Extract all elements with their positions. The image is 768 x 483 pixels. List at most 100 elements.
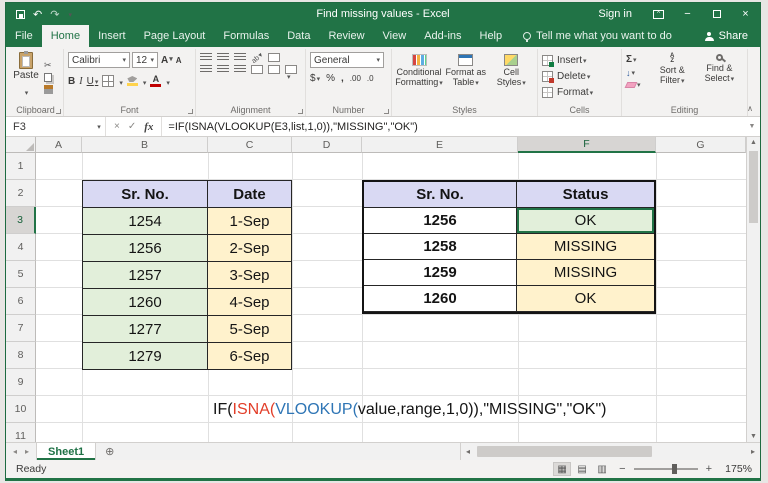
increase-decimal-icon[interactable]: .00: [350, 74, 361, 83]
cut-icon[interactable]: ✂: [44, 61, 53, 70]
close-button[interactable]: ×: [731, 3, 760, 25]
cell-F2[interactable]: Status: [517, 182, 654, 208]
cell-F5[interactable]: MISSING: [517, 260, 654, 286]
zoom-out-icon[interactable]: −: [619, 463, 625, 475]
tab-data[interactable]: Data: [278, 25, 319, 47]
clipboard-dialog-launcher[interactable]: [56, 109, 61, 114]
comma-style-icon[interactable]: ,: [341, 73, 344, 84]
format-painter-icon[interactable]: [44, 85, 53, 94]
insert-cells-button[interactable]: Insert: [542, 52, 617, 68]
cell-C4[interactable]: 2-Sep: [208, 235, 292, 262]
tab-help[interactable]: Help: [471, 25, 512, 47]
align-center-icon[interactable]: [217, 65, 229, 74]
cell-F4[interactable]: MISSING: [517, 234, 654, 260]
horizontal-scroll-thumb[interactable]: [477, 446, 652, 457]
row-header-5[interactable]: 5: [6, 261, 36, 288]
horizontal-scroll-track[interactable]: [475, 443, 746, 460]
font-name-combo[interactable]: Calibri: [68, 52, 130, 68]
cell-B2[interactable]: Sr. No.: [83, 181, 208, 208]
ribbon-display-options-button[interactable]: ^: [644, 3, 673, 25]
redo-icon[interactable]: ↷: [50, 8, 59, 21]
underline-button[interactable]: U: [87, 76, 99, 87]
tab-add-ins[interactable]: Add-ins: [415, 25, 470, 47]
borders-dropdown-icon[interactable]: [118, 72, 123, 90]
zoom-level[interactable]: 175%: [720, 463, 752, 475]
row-header-7[interactable]: 7: [6, 315, 36, 342]
align-middle-icon[interactable]: [217, 53, 229, 62]
share-button[interactable]: Share: [705, 25, 760, 47]
column-header-B[interactable]: B: [82, 137, 208, 153]
cell-B6[interactable]: 1260: [83, 289, 208, 316]
row-header-3[interactable]: 3: [6, 207, 36, 234]
bold-button[interactable]: B: [68, 76, 75, 87]
sort-filter-button[interactable]: Sort & Filter: [649, 52, 696, 103]
cell-F3-active[interactable]: OK: [517, 208, 654, 234]
expand-formula-bar-icon[interactable]: ▼: [744, 117, 760, 136]
row-header-9[interactable]: 9: [6, 369, 36, 396]
formula-note[interactable]: IF(ISNA(VLOOKUP(value,range,1,0)),"MISSI…: [213, 396, 606, 423]
cell-C6[interactable]: 4-Sep: [208, 289, 292, 316]
column-header-D[interactable]: D: [292, 137, 362, 153]
name-box[interactable]: F3: [6, 117, 92, 136]
format-as-table-button[interactable]: Format as Table: [444, 52, 488, 103]
normal-view-icon[interactable]: ▦: [553, 462, 571, 476]
vertical-scroll-thumb[interactable]: [749, 151, 758, 223]
vertical-scrollbar[interactable]: ▲ ▼: [746, 137, 760, 442]
shrink-font-button[interactable]: A: [176, 56, 182, 65]
cell-E5[interactable]: 1259: [364, 260, 517, 286]
page-layout-view-icon[interactable]: ▤: [573, 462, 591, 476]
borders-icon[interactable]: [102, 75, 114, 87]
name-box-dropdown-icon[interactable]: [92, 117, 106, 136]
page-break-view-icon[interactable]: ▥: [593, 462, 611, 476]
scroll-down-icon[interactable]: ▼: [747, 433, 760, 440]
previous-sheet-icon[interactable]: ◂: [13, 447, 17, 456]
cell-C5[interactable]: 3-Sep: [208, 262, 292, 289]
cell-E3[interactable]: 1256: [364, 208, 517, 234]
cell-E4[interactable]: 1258: [364, 234, 517, 260]
cell-C2[interactable]: Date: [208, 181, 292, 208]
scroll-up-icon[interactable]: ▲: [747, 139, 760, 146]
row-header-11[interactable]: 11: [6, 423, 36, 442]
tab-insert[interactable]: Insert: [89, 25, 135, 47]
number-format-combo[interactable]: General: [310, 52, 384, 68]
format-cells-button[interactable]: Format: [542, 84, 617, 100]
fill-color-dropdown-icon[interactable]: [142, 72, 147, 90]
scroll-right-icon[interactable]: ▸: [746, 447, 760, 456]
orientation-icon[interactable]: ab: [250, 50, 265, 64]
font-size-combo[interactable]: 12: [132, 52, 158, 68]
cell-E2[interactable]: Sr. No.: [364, 182, 517, 208]
column-header-F[interactable]: F: [518, 137, 656, 153]
cell-B3[interactable]: 1254: [83, 208, 208, 235]
maximize-button[interactable]: [702, 3, 731, 25]
cell-B7[interactable]: 1277: [83, 316, 208, 343]
column-header-A[interactable]: A: [36, 137, 82, 153]
merge-center-icon[interactable]: [285, 65, 297, 74]
accounting-format-icon[interactable]: $: [310, 73, 320, 84]
row-header-10[interactable]: 10: [6, 396, 36, 423]
cell-E6[interactable]: 1260: [364, 286, 517, 312]
undo-icon[interactable]: ↶: [33, 8, 42, 21]
copy-icon[interactable]: [44, 73, 52, 82]
clear-button[interactable]: [626, 81, 649, 89]
number-dialog-launcher[interactable]: [384, 109, 389, 114]
cell-styles-button[interactable]: Cell Styles: [490, 52, 534, 103]
column-header-C[interactable]: C: [208, 137, 292, 153]
cell-C8[interactable]: 6-Sep: [208, 343, 292, 370]
row-header-1[interactable]: 1: [6, 153, 36, 180]
align-left-icon[interactable]: [200, 65, 212, 74]
row-header-2[interactable]: 2: [6, 180, 36, 207]
cancel-icon[interactable]: ×: [114, 121, 120, 132]
zoom-slider[interactable]: [634, 468, 698, 470]
tab-review[interactable]: Review: [319, 25, 373, 47]
wrap-text-icon[interactable]: [268, 53, 280, 62]
font-color-dropdown-icon[interactable]: [165, 72, 170, 90]
tab-page-layout[interactable]: Page Layout: [135, 25, 215, 47]
tell-me-box[interactable]: Tell me what you want to do: [523, 25, 672, 47]
insert-function-icon[interactable]: fx: [144, 121, 153, 133]
grow-font-button[interactable]: A: [161, 55, 173, 66]
cell-B8[interactable]: 1279: [83, 343, 208, 370]
row-header-4[interactable]: 4: [6, 234, 36, 261]
fill-color-button[interactable]: [127, 76, 138, 86]
collapse-ribbon-icon[interactable]: ∧: [747, 104, 753, 113]
tab-file[interactable]: File: [6, 25, 42, 47]
